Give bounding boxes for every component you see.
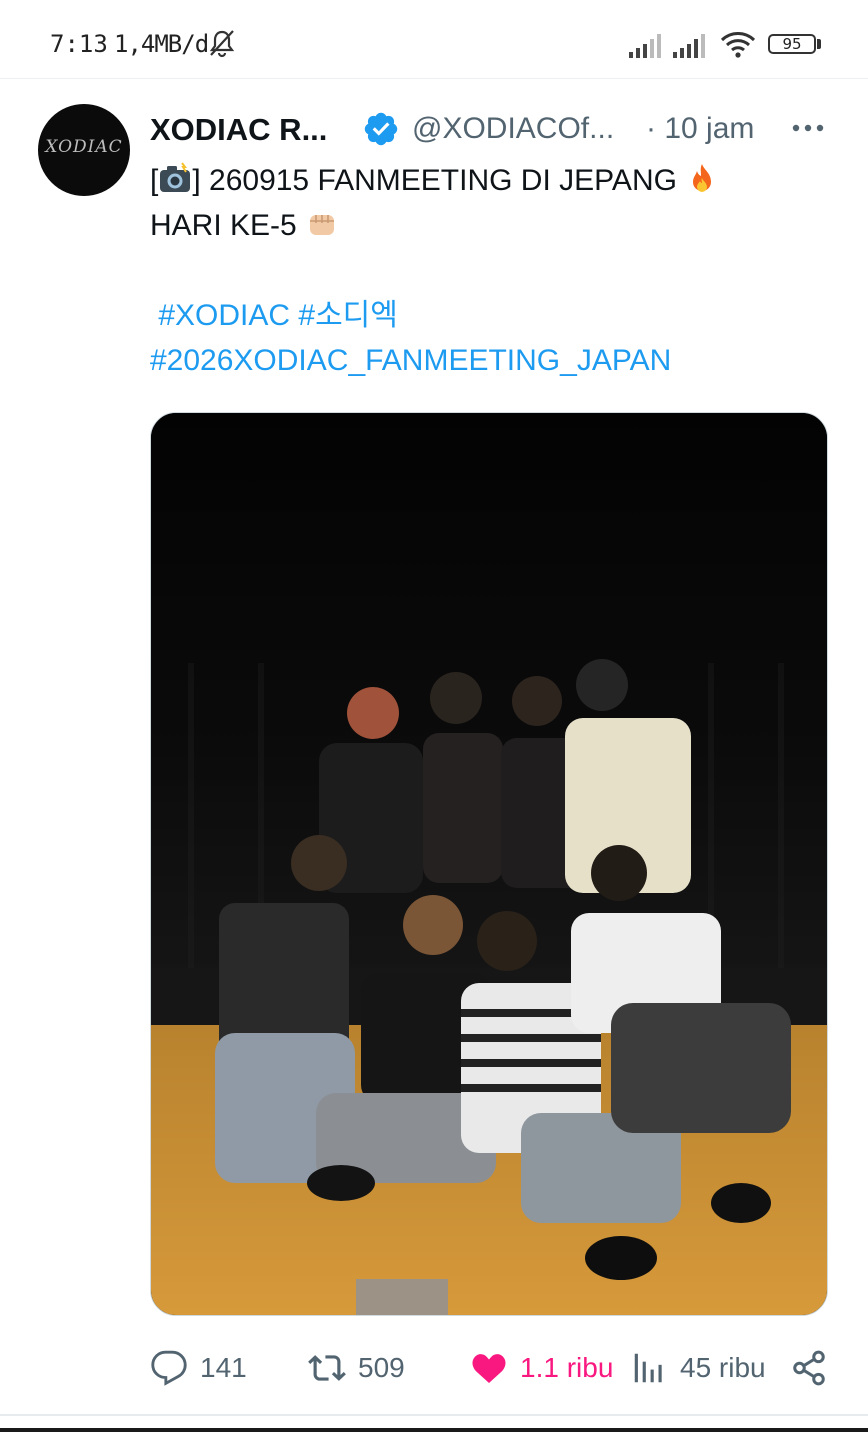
- tweet-time[interactable]: · 10 jam: [646, 112, 754, 146]
- status-time: 7:13: [50, 30, 108, 58]
- signal-icon-2: [673, 34, 705, 58]
- verified-badge-icon: [364, 112, 398, 146]
- reply-button[interactable]: 141: [150, 1348, 247, 1388]
- share-button[interactable]: [790, 1348, 828, 1388]
- signal-icon: [629, 34, 661, 58]
- heart-icon: [472, 1354, 506, 1384]
- retweet-button[interactable]: 509: [308, 1348, 405, 1388]
- share-icon: [793, 1350, 825, 1386]
- fire-emoji: [693, 164, 712, 192]
- retweet-icon: [308, 1355, 346, 1381]
- avatar[interactable]: XODIAC: [38, 104, 130, 196]
- user-handle[interactable]: @XODIACOf...: [412, 112, 614, 146]
- tweet-action-bar: 141 509 1.1 ribu 45 ribu: [0, 1340, 868, 1396]
- avatar-logo-text: XODIAC: [45, 137, 123, 157]
- tweet-header: XODIAC R... @XODIACOf... · 10 jam: [150, 108, 840, 152]
- hashtag-link-japan[interactable]: #2026XODIAC_FANMEETING_JAPAN: [150, 344, 671, 377]
- like-count: 1.1 ribu: [520, 1352, 614, 1383]
- tweet-text-main: ] 260915 FANMEETING DI JEPANG: [192, 164, 677, 197]
- camera-flash-emoji: [160, 162, 191, 192]
- tweet-text: [ ] 260915 FANMEETING DI JEPANG HARI KE-…: [150, 158, 830, 383]
- bell-muted-icon: [209, 30, 235, 58]
- tweet-text-line-1: [ ] 260915 FANMEETING DI JEPANG: [150, 158, 830, 203]
- hashtag-link[interactable]: #XODIAC #소디엑: [158, 299, 398, 332]
- hashtags-line-2: #2026XODIAC_FANMEETING_JAPAN: [150, 338, 830, 383]
- hashtags-line-1: #XODIAC #소디엑: [150, 293, 830, 338]
- views-chart-icon: [634, 1353, 662, 1383]
- screen-bottom-edge: [0, 1428, 868, 1432]
- display-name[interactable]: XODIAC R...: [150, 112, 327, 148]
- retweet-count: 509: [358, 1352, 405, 1383]
- status-bar: 7:13 1,4MB/d 95: [0, 0, 868, 79]
- reply-count: 141: [200, 1352, 247, 1383]
- bracket-open: [: [150, 164, 159, 197]
- group-photo-image: [151, 413, 827, 1315]
- status-data-speed: 1,4MB/d: [114, 30, 209, 58]
- like-button[interactable]: 1.1 ribu: [470, 1348, 613, 1388]
- divider: [0, 1414, 868, 1416]
- tweet-text-line-2: HARI KE-5: [150, 203, 830, 248]
- wifi-icon: [720, 32, 756, 58]
- views-button[interactable]: 45 ribu: [630, 1348, 766, 1388]
- views-count: 45 ribu: [680, 1352, 766, 1383]
- tweet-text-day: HARI KE-5: [150, 209, 297, 242]
- reply-icon: [151, 1350, 187, 1386]
- more-icon[interactable]: [790, 116, 826, 140]
- battery-tip: [817, 39, 821, 49]
- battery-indicator: 95: [768, 34, 816, 54]
- tweet-media-photo[interactable]: [150, 412, 828, 1316]
- fist-emoji: [310, 215, 335, 235]
